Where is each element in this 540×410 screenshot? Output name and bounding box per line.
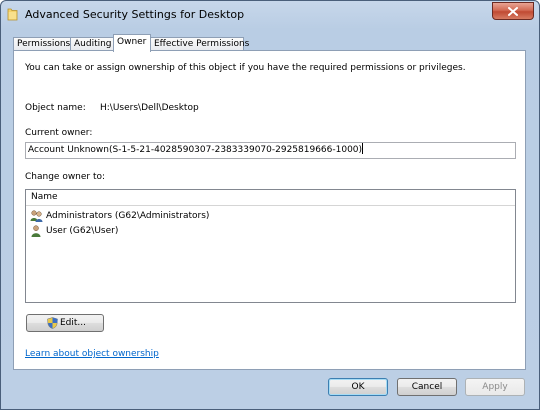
learn-ownership-link[interactable]: Learn about object ownership bbox=[25, 349, 159, 359]
cancel-button[interactable]: Cancel bbox=[397, 378, 457, 396]
owner-candidates-list[interactable]: Name Administrators (G62\Administrators)… bbox=[25, 189, 516, 303]
group-users-icon bbox=[30, 210, 43, 222]
close-button[interactable] bbox=[492, 2, 534, 20]
close-icon bbox=[508, 7, 518, 16]
owner-tab-panel: You can take or assign ownership of this… bbox=[13, 50, 526, 370]
edit-button-label: Edit... bbox=[60, 318, 87, 328]
title-bar[interactable]: Advanced Security Settings for Desktop bbox=[1, 1, 539, 29]
window-title: Advanced Security Settings for Desktop bbox=[25, 8, 245, 21]
owner-label: Administrators (G62\Administrators) bbox=[46, 211, 210, 221]
ok-button[interactable]: OK bbox=[328, 378, 388, 396]
uac-shield-icon bbox=[47, 317, 58, 329]
object-name-label: Object name: bbox=[25, 103, 86, 113]
tab-owner[interactable]: Owner bbox=[113, 34, 151, 52]
object-name-value: H:\Users\Dell\Desktop bbox=[100, 103, 199, 113]
text-caret bbox=[362, 143, 364, 154]
tab-auditing[interactable]: Auditing bbox=[70, 37, 114, 51]
change-owner-label: Change owner to: bbox=[25, 172, 106, 182]
list-column-header-name[interactable]: Name bbox=[26, 190, 515, 206]
current-owner-value: Account Unknown(S-1-5-21-4028590307-2383… bbox=[28, 145, 363, 155]
current-owner-field[interactable]: Account Unknown(S-1-5-21-4028590307-2383… bbox=[25, 142, 516, 159]
current-owner-label: Current owner: bbox=[25, 128, 93, 138]
advanced-security-settings-window: Advanced Security Settings for Desktop P… bbox=[0, 0, 540, 410]
ownership-description: You can take or assign ownership of this… bbox=[25, 63, 466, 73]
edit-button[interactable]: Edit... bbox=[26, 314, 104, 332]
user-icon bbox=[31, 225, 41, 237]
tab-effective-permissions[interactable]: Effective Permissions bbox=[150, 37, 249, 51]
owner-label: User (G62\User) bbox=[46, 226, 119, 236]
tab-permissions[interactable]: Permissions bbox=[13, 37, 71, 51]
apply-button[interactable]: Apply bbox=[465, 378, 525, 396]
folder-icon bbox=[7, 8, 18, 21]
